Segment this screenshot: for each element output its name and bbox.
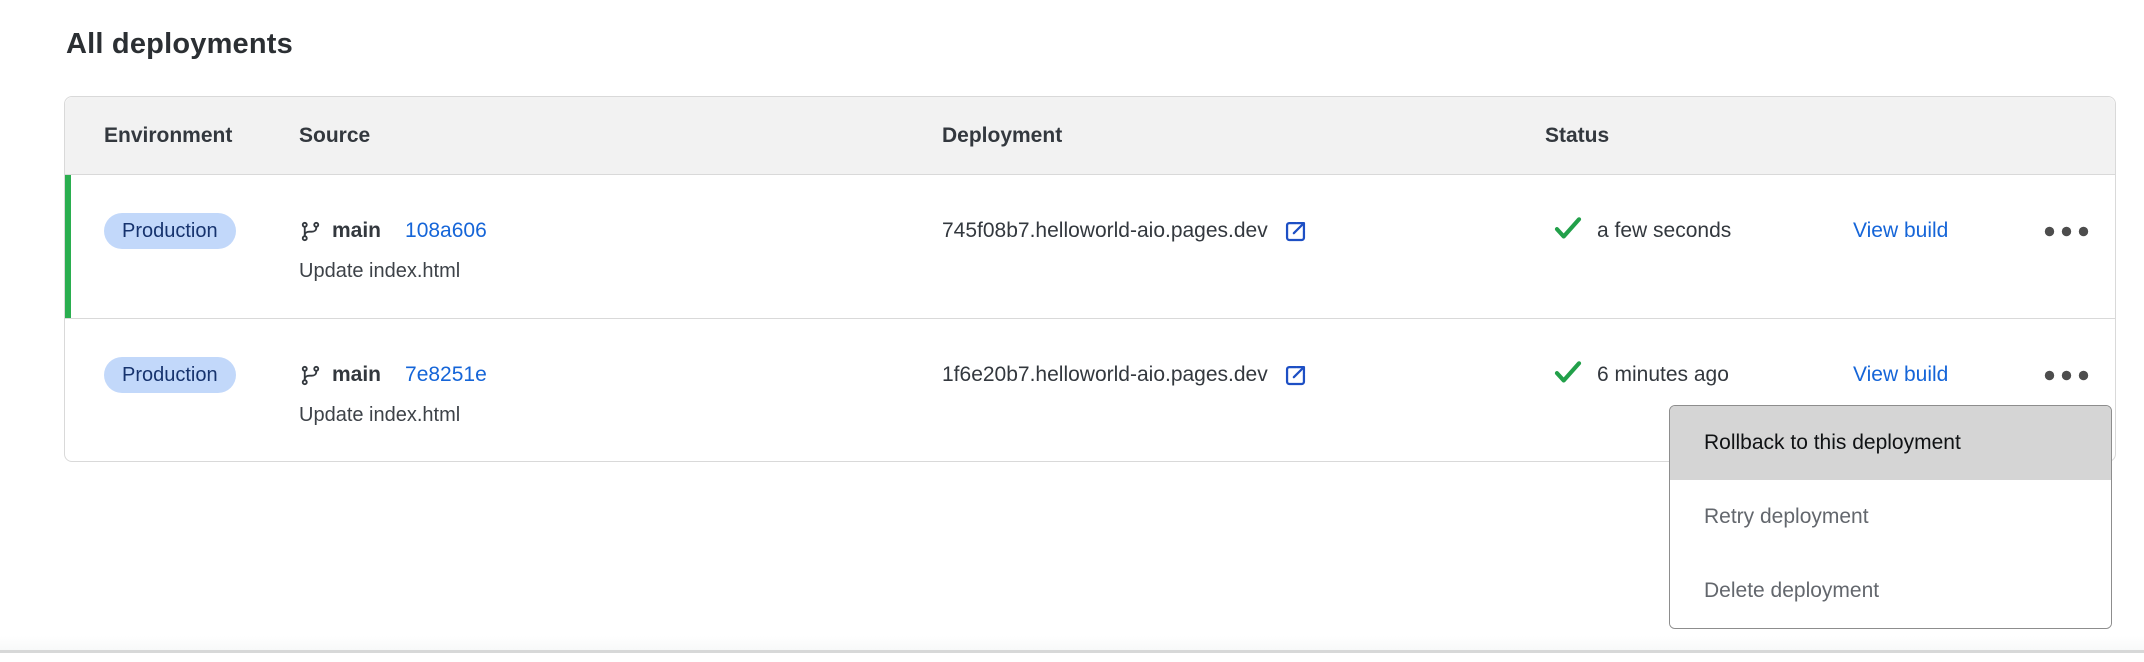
branch-name: main xyxy=(332,363,381,387)
status-text: 6 minutes ago xyxy=(1597,363,1729,387)
deployment-url: 1f6e20b7.helloworld-aio.pages.dev xyxy=(942,363,1268,387)
branch-name: main xyxy=(332,219,381,243)
commit-message: Update index.html xyxy=(299,256,942,286)
table-row: Production main 108a606 Update index.htm… xyxy=(65,175,2115,318)
row-more-actions-button[interactable] xyxy=(2038,355,2095,395)
success-check-icon xyxy=(1553,359,1583,391)
page-bottom-divider xyxy=(0,650,2144,653)
row-actions-menu: Rollback to this deployment Retry deploy… xyxy=(1669,405,2112,629)
column-header-deployment: Deployment xyxy=(942,124,1545,148)
column-header-status: Status xyxy=(1545,124,1845,148)
column-header-source: Source xyxy=(299,124,942,148)
external-link-icon[interactable] xyxy=(1282,362,1309,389)
environment-badge: Production xyxy=(104,213,236,249)
column-header-environment: Environment xyxy=(65,124,299,148)
git-branch-icon xyxy=(299,220,322,243)
success-check-icon xyxy=(1553,215,1583,247)
view-build-link[interactable]: View build xyxy=(1853,363,1948,387)
git-branch-icon xyxy=(299,364,322,387)
page-title: All deployments xyxy=(66,28,293,61)
external-link-icon[interactable] xyxy=(1282,218,1309,245)
commit-link[interactable]: 7e8251e xyxy=(405,363,487,387)
table-header-row: Environment Source Deployment Status xyxy=(65,97,2115,175)
menu-item-rollback[interactable]: Rollback to this deployment xyxy=(1670,406,2111,480)
menu-item-retry[interactable]: Retry deployment xyxy=(1670,480,2111,554)
environment-badge: Production xyxy=(104,357,236,393)
deployment-url: 745f08b7.helloworld-aio.pages.dev xyxy=(942,219,1268,243)
row-more-actions-button[interactable] xyxy=(2038,211,2095,251)
status-text: a few seconds xyxy=(1597,219,1731,243)
menu-item-delete[interactable]: Delete deployment xyxy=(1670,554,2111,628)
commit-message: Update index.html xyxy=(299,400,942,430)
view-build-link[interactable]: View build xyxy=(1853,219,1948,243)
commit-link[interactable]: 108a606 xyxy=(405,219,487,243)
